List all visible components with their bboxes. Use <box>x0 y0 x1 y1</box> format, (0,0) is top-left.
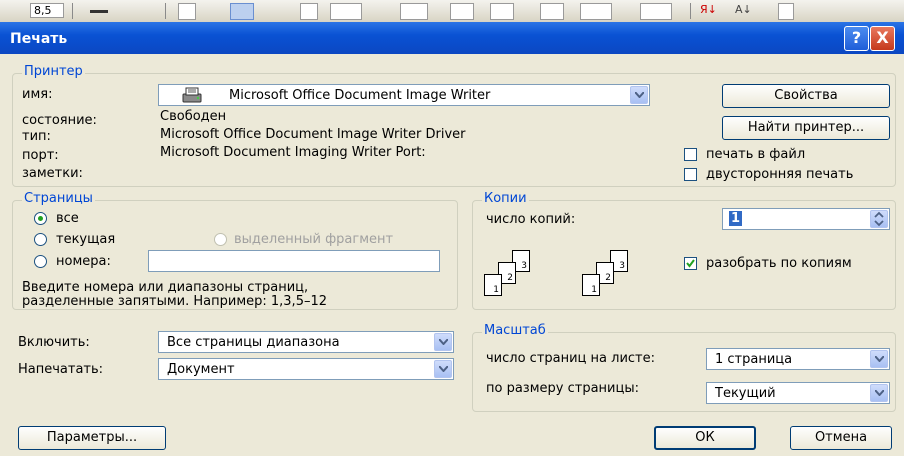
print-to-file-label[interactable]: печать в файл <box>706 147 805 162</box>
printer-notes-label: заметки: <box>22 166 83 181</box>
toolbar-icon[interactable] <box>450 3 474 20</box>
toolbar-icon[interactable] <box>490 3 514 20</box>
printer-port-label: порт: <box>22 148 59 163</box>
radio-dot <box>38 216 43 221</box>
include-value: Все страницы диапазона <box>167 335 340 350</box>
collate-checkbox[interactable] <box>684 257 697 270</box>
duplex-checkbox[interactable] <box>684 168 697 181</box>
print-what-value: Документ <box>167 362 235 377</box>
printer-type-value: Microsoft Office Document Image Writer D… <box>160 127 466 142</box>
printer-icon <box>179 86 205 108</box>
pages-per-sheet-value: 1 страница <box>715 352 793 367</box>
window-title: Печать <box>10 31 68 47</box>
copies-count-spinner[interactable]: 1 <box>722 208 890 230</box>
print-what-select[interactable]: Документ <box>158 358 454 380</box>
copies-legend: Копии <box>482 191 529 206</box>
pages-per-sheet-label: число страниц на листе: <box>486 351 655 366</box>
toolbar-icon[interactable] <box>178 3 196 20</box>
check-mark-icon <box>686 259 695 268</box>
toolbar-icon[interactable] <box>300 3 318 20</box>
print-to-file-checkbox[interactable] <box>684 148 697 161</box>
printer-type-label: тип: <box>22 129 51 144</box>
collate-page: 1 <box>582 274 600 296</box>
font-size-box[interactable]: 8,5 <box>30 3 64 18</box>
pages-selection-label: выделенный фрагмент <box>234 232 394 247</box>
print-what-label: Напечатать: <box>18 362 104 377</box>
toolbar-icon[interactable] <box>230 3 254 20</box>
pages-numbers-input[interactable] <box>148 250 440 272</box>
toolbar-separator <box>690 3 691 19</box>
toolbar-icon[interactable] <box>400 3 428 20</box>
collate-label[interactable]: разобрать по копиям <box>706 256 852 271</box>
toolbar-icon[interactable] <box>778 3 794 20</box>
toolbar-icon[interactable] <box>580 3 612 20</box>
title-bar: Печать ? X <box>0 22 904 54</box>
cancel-button[interactable]: Отмена <box>790 426 892 450</box>
chevron-down-icon[interactable] <box>630 86 648 104</box>
pages-hint-line2: разделенные запятыми. Например: 1,3,5–12 <box>22 294 328 309</box>
printer-port-value: Microsoft Document Imaging Writer Port: <box>160 145 426 160</box>
scale-legend: Масштаб <box>482 323 548 338</box>
pages-all-label[interactable]: все <box>56 211 79 226</box>
sort-icon[interactable]: Я↓ <box>700 3 722 18</box>
copies-count-label: число копий: <box>486 212 576 227</box>
fit-to-label: по размеру страницы: <box>486 381 639 396</box>
toolbar-icon[interactable] <box>640 3 672 20</box>
pages-hint-line1: Введите номера или диапазоны страниц, <box>22 280 309 295</box>
toolbar-icon[interactable] <box>330 3 362 20</box>
help-button[interactable]: ? <box>844 26 869 51</box>
printer-legend: Принтер <box>22 64 85 79</box>
pages-selection-radio <box>214 233 227 246</box>
toolbar-separator <box>165 3 166 19</box>
toolbar-separator <box>72 3 73 19</box>
printer-name-select[interactable]: Microsoft Office Document Image Writer <box>158 84 650 106</box>
chevron-down-icon[interactable] <box>870 384 888 402</box>
printer-name-label: имя: <box>22 87 53 102</box>
properties-button[interactable]: Свойства <box>722 84 890 108</box>
collate-page: 1 <box>484 274 502 296</box>
printer-name-value: Microsoft Office Document Image Writer <box>229 88 491 103</box>
toolbar-icon[interactable] <box>90 10 108 13</box>
spinner-updown-icon[interactable] <box>870 210 888 228</box>
fit-to-value: Текущий <box>715 386 776 401</box>
pages-numbers-radio[interactable] <box>34 255 47 268</box>
chevron-down-icon[interactable] <box>870 350 888 368</box>
include-select[interactable]: Все страницы диапазона <box>158 331 454 353</box>
pages-per-sheet-select[interactable]: 1 страница <box>706 348 890 370</box>
word-toolbar: 8,5 Я↓ А↓ <box>0 0 904 23</box>
copies-count-value: 1 <box>729 211 743 226</box>
pages-current-radio[interactable] <box>34 233 47 246</box>
printer-status-value: Свободен <box>160 109 227 124</box>
chevron-down-icon[interactable] <box>434 333 452 351</box>
printer-status-label: состояние: <box>22 113 97 128</box>
duplex-label[interactable]: двусторонняя печать <box>706 167 853 182</box>
options-button[interactable]: Параметры... <box>18 426 166 450</box>
sort-icon[interactable]: А↓ <box>735 3 757 18</box>
font-size-value: 8,5 <box>34 4 52 17</box>
pages-all-radio[interactable] <box>34 212 47 225</box>
pages-legend: Страницы <box>22 191 95 206</box>
include-label: Включить: <box>18 335 90 350</box>
pages-current-label[interactable]: текущая <box>56 232 115 247</box>
chevron-down-icon[interactable] <box>434 360 452 378</box>
find-printer-button[interactable]: Найти принтер... <box>722 116 890 140</box>
pages-numbers-label[interactable]: номера: <box>56 254 111 269</box>
toolbar-icon[interactable] <box>540 3 564 20</box>
ok-button[interactable]: ОК <box>654 426 756 450</box>
close-button[interactable]: X <box>870 26 895 51</box>
fit-to-select[interactable]: Текущий <box>706 382 890 404</box>
